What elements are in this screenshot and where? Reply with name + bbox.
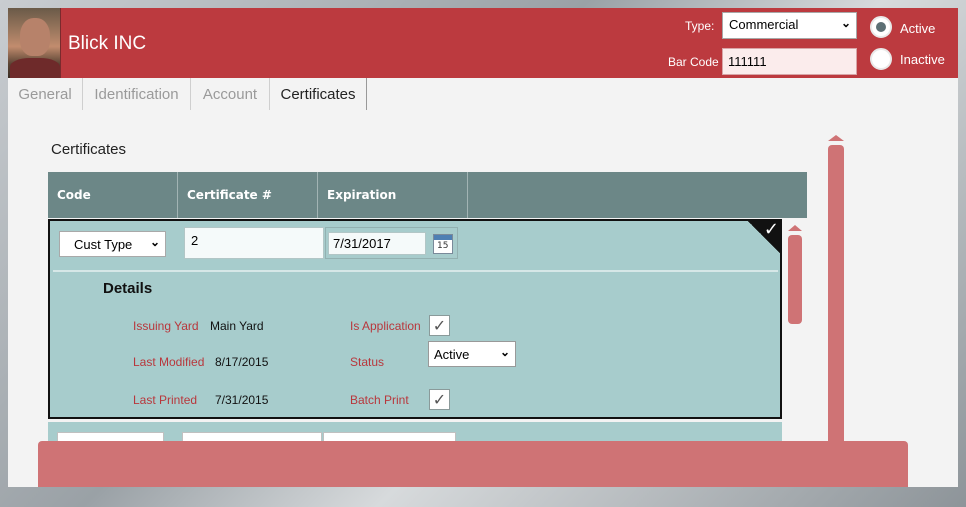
issuing-yard-label: Issuing Yard — [133, 319, 199, 333]
inactive-radio[interactable] — [870, 48, 892, 70]
batch-print-label: Batch Print — [350, 393, 409, 407]
barcode-input[interactable]: 111111 — [722, 48, 857, 75]
page-scroll-up-arrow[interactable] — [828, 135, 844, 141]
tab-identification[interactable]: Identification — [83, 78, 191, 110]
avatar-shirt — [10, 58, 60, 78]
checkmark-icon: ✓ — [763, 219, 779, 240]
active-radio[interactable] — [870, 16, 892, 38]
code-select[interactable]: Cust Type ⌄ — [59, 231, 166, 257]
issuing-yard-value: Main Yard — [210, 319, 264, 333]
column-header-certificate-number[interactable]: Certificate # — [178, 172, 318, 218]
type-select-value: Commercial — [729, 17, 799, 32]
row-selected-indicator: ✓ — [746, 219, 782, 255]
avatar-face — [20, 18, 50, 56]
type-label: Type: — [685, 19, 715, 33]
calendar-icon[interactable]: 15 — [433, 234, 453, 254]
status-label: Status — [350, 355, 385, 369]
status-select-value: Active — [434, 347, 470, 362]
customer-photo — [8, 8, 61, 78]
inactive-radio-label: Inactive — [900, 52, 945, 67]
certificate-row-next[interactable] — [48, 422, 782, 442]
customer-window: Blick INC Type: Commercial ⌄ Bar Code 11… — [8, 8, 958, 487]
chevron-down-icon: ⌄ — [149, 235, 160, 249]
certificates-grid-header: Code Certificate # Expiration — [48, 172, 807, 218]
batch-print-checkbox[interactable]: ✓ — [429, 389, 450, 410]
row-divider — [53, 270, 778, 272]
active-radio-label: Active — [900, 21, 936, 36]
tab-account[interactable]: Account — [191, 78, 270, 110]
chevron-down-icon: ⌄ — [499, 345, 510, 359]
last-modified-label: Last Modified — [133, 355, 205, 369]
status-select[interactable]: Active ⌄ — [428, 341, 516, 367]
code-select-value: Cust Type — [74, 237, 133, 252]
company-name: Blick INC — [68, 33, 147, 54]
bottom-action-bar — [38, 441, 908, 487]
is-application-label: Is Application — [350, 319, 421, 333]
last-printed-value: 7/31/2015 — [215, 393, 269, 407]
tab-certificates[interactable]: Certificates — [269, 78, 367, 110]
certificates-title: Certificates — [51, 141, 127, 158]
calendar-icon-top — [434, 235, 452, 240]
tab-general[interactable]: General — [8, 78, 83, 110]
page-scrollbar[interactable] — [828, 145, 844, 445]
expiration-input[interactable]: 7/31/2017 — [328, 232, 426, 255]
chevron-down-icon: ⌄ — [840, 16, 851, 30]
last-printed-label: Last Printed — [133, 393, 198, 407]
certificate-row[interactable]: Cust Type ⌄ 2 7/31/2017 15 ✓ Details Iss… — [48, 219, 782, 419]
last-modified-value: 8/17/2015 — [215, 355, 269, 369]
expiration-date-picker: 7/31/2017 15 — [325, 227, 458, 259]
calendar-icon-day: 15 — [437, 241, 449, 251]
column-header-code[interactable]: Code — [48, 172, 178, 218]
details-title: Details — [103, 280, 153, 297]
column-header-expiration[interactable]: Expiration — [318, 172, 468, 218]
customer-header: Blick INC Type: Commercial ⌄ Bar Code 11… — [8, 8, 958, 78]
grid-scrollbar-thumb[interactable] — [788, 235, 802, 324]
is-application-checkbox[interactable]: ✓ — [429, 315, 450, 336]
grid-scroll-up-arrow[interactable] — [788, 225, 802, 231]
type-select[interactable]: Commercial ⌄ — [722, 12, 857, 39]
barcode-label: Bar Code — [668, 55, 719, 69]
certificate-number-input[interactable]: 2 — [184, 227, 324, 259]
